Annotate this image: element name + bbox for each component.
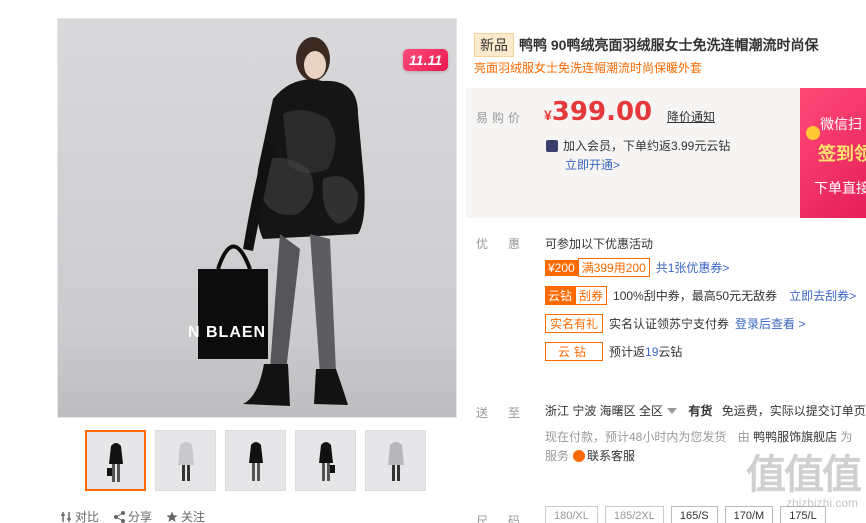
vip-text: 加入会员，下单约返3.99元云钻 [563,139,731,153]
scratch-row: 云钻 刮券 100%刮中券，最高50元无敌券 立即去刮券> [545,286,856,305]
realname-row: 实名有礼 实名认证领苏宁支付券 登录后查看 > [545,314,805,333]
thumbnail-1[interactable] [85,430,146,491]
model-figure [198,37,365,406]
double-eleven-badge: 11.11 [403,49,448,71]
star-icon [166,511,178,522]
shipping-label: 送至 [476,406,541,420]
stock-status: 有货 [688,404,713,418]
share-label: 分享 [128,510,153,523]
realname-tag: 实名有礼 [545,314,604,333]
size-option[interactable]: 170/M [724,506,774,523]
chevron-down-icon [667,408,678,415]
thumbnail-5[interactable] [365,430,426,491]
discount-label: 优惠 [476,237,541,251]
size-option[interactable]: 165/S [670,506,718,523]
vip-icon [546,139,558,152]
service-label: 服务 [545,449,570,463]
share-icon [114,510,126,523]
product-title-row: 新品 鸭鸭 90鸭绒亮面羽绒服女士免洗连帽潮流时尚保 [474,33,866,57]
compare-button[interactable]: 对比 [60,508,99,523]
follow-button[interactable]: 关注 [166,508,205,523]
new-tag: 新品 [474,33,514,57]
thumbnail-4[interactable] [295,430,356,491]
price-value: ¥399.00 [544,97,653,127]
price-notice-link[interactable]: 降价通知 [667,108,715,125]
product-title: 鸭鸭 90鸭绒亮面羽绒服女士免洗连帽潮流时尚保 [519,37,819,53]
coupon-row: ¥200 满399用200 共1张优惠券> [545,258,729,277]
shipping-row: 浙江 宁波 海曙区 全区 有货 免运费，实际以提交订单页 [545,402,866,419]
thumbnail-strip [85,430,426,491]
customer-service-icon [573,449,586,462]
cloud-text: 预计返19云钻 [609,345,683,359]
promo-line-3: 下单直接 [814,180,866,196]
wechat-promo-card[interactable]: 微信扫 签到领 下单直接 [800,88,866,218]
scratch-link[interactable]: 立即去刮券> [789,287,856,304]
vip-open-link[interactable]: 立即开通> [565,156,620,173]
bag-text: N BLAEN [188,324,267,341]
watermark-logo: 值值值 [746,453,862,497]
price-label: 易购价 [476,111,525,125]
vip-info: 加入会员，下单约返3.99元云钻 [546,137,730,154]
size-label: 尺码 [476,514,541,523]
location-selector[interactable]: 浙江 宁波 海曙区 全区 [545,404,683,418]
contact-service-link[interactable]: 联系客服 [587,449,635,463]
gallery-tools: 对比 分享 关注 [60,508,205,523]
scratch-text: 100%刮中券，最高50元无敌券 [613,289,778,303]
coupon-link[interactable]: 共1张优惠券> [656,259,730,276]
thumbnail-3[interactable] [225,430,286,491]
thumbnail-2[interactable] [155,430,216,491]
size-option[interactable]: 185/2XL [604,506,664,523]
main-product-image[interactable]: N BLAEN 11.11 [57,18,457,418]
follow-label: 关注 [181,510,206,523]
share-button[interactable]: 分享 [113,508,152,523]
coupon-amount: ¥200 [545,259,578,276]
compare-label: 对比 [75,510,100,523]
promo-line-1: 微信扫 [820,116,862,132]
scratch-tag: 刮券 [575,286,608,305]
coupon-rule: 满399用200 [577,258,650,277]
coin-icon [806,126,820,140]
realname-text: 实名认证领苏宁支付券 [609,317,730,331]
cloud-tag: 云钻 [545,342,604,361]
shipping-free: 免运费，实际以提交订单页 [721,404,866,418]
watermark-url: zhizhizhi.com [785,496,858,510]
realname-link[interactable]: 登录后查看 > [735,315,805,332]
compare-icon [61,511,71,522]
size-options: 180/XL 185/2XL 165/S 170/M 175/L [545,506,826,523]
discount-intro: 可参加以下优惠活动 [545,237,654,251]
scratch-tag-cloud: 云钻 [545,286,576,305]
product-subtitle: 亮面羽绒服女士免洗连帽潮流时尚保暖外套 [474,61,703,75]
size-option[interactable]: 180/XL [545,506,598,523]
service-row: 服务 联系客服 [545,447,635,464]
cloud-row: 云钻 预计返19云钻 [545,342,682,361]
promo-line-2: 签到领 [818,144,866,164]
